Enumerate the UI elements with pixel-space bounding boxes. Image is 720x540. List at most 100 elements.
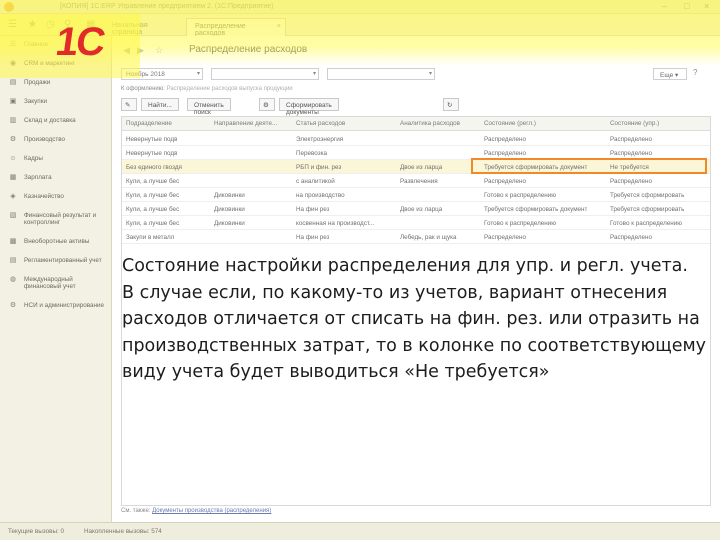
table-cell: РБП и фин. рез <box>296 164 342 171</box>
maximize-icon[interactable]: □ <box>684 1 689 11</box>
column-header[interactable]: Статья расходов <box>296 120 345 127</box>
table-row[interactable]: Кули, а лучше бес Диковинки косвенная на п… <box>122 216 710 230</box>
title-bar: [КОПИЯ] 1С:ERP Управление предприятием 2… <box>0 0 720 14</box>
app-icon <box>4 2 14 12</box>
table-cell: На фин рез <box>296 206 330 213</box>
production-documents-link[interactable]: Документы производства (распределения) <box>152 508 271 514</box>
accumulated-calls-status: Накопленные вызовы: 574 <box>84 528 162 535</box>
table-row[interactable]: Кули, а лучше бес с аналитикой Развлечения… <box>122 174 710 188</box>
table-row[interactable]: Невернутые подв Электроэнергия Распределен… <box>122 132 710 146</box>
tab-cost-distribution-label: Распределение расходов <box>195 23 246 37</box>
chevron-down-icon[interactable]: ▾ <box>197 70 200 77</box>
help-button[interactable]: ? <box>693 68 697 77</box>
table-header: Подразделение Направление деяте... Стать… <box>122 117 710 131</box>
settings-icon[interactable]: ⚙ <box>259 98 275 111</box>
column-header[interactable]: Состояние (упр.) <box>610 120 659 127</box>
table-cell: Диковинки <box>214 220 245 227</box>
table-cell: Диковинки <box>214 192 245 199</box>
annotation-line: Состояние настройки распределения для уп… <box>122 256 688 276</box>
history-icon[interactable]: ◷ <box>46 19 55 30</box>
close-icon[interactable]: × <box>704 1 709 11</box>
cancel-search-button[interactable]: Отменить поиск <box>187 98 231 116</box>
column-header[interactable]: Состояние (регл.) <box>484 120 536 127</box>
table-cell: Готово к распределению <box>484 220 556 227</box>
ledger-icon: ▤ <box>9 257 17 264</box>
tab-home[interactable]: Начальная страница <box>104 18 182 36</box>
minimize-icon[interactable]: – <box>662 1 667 11</box>
sidebar-item-label: Казначейство <box>24 193 64 200</box>
menu-icon[interactable]: ☰ <box>8 19 17 30</box>
cart-icon: ▤ <box>9 79 17 86</box>
sidebar-item-fixed-assets[interactable]: ▩ Внеоборотные активы <box>0 233 111 252</box>
table-row[interactable]: Кули, а лучше бес Диковинки На фин рез Двое… <box>122 202 710 216</box>
forward-arrow-icon[interactable]: ▶ <box>137 45 144 56</box>
month-filter[interactable]: Ноябрь 2018 ▾ <box>121 68 203 80</box>
table-cell: На фин рез <box>296 234 330 241</box>
chart-icon: ▧ <box>9 212 17 219</box>
favorite-star-icon[interactable]: ☆ <box>155 45 163 56</box>
annotation-text: Состояние настройки распределения для уп… <box>122 253 716 386</box>
edit-icon[interactable]: ✎ <box>121 98 137 111</box>
settings-icon: ⚙ <box>9 302 17 309</box>
generate-documents-button[interactable]: Сформировать документы распределения <box>279 98 340 123</box>
sidebar-item-label: Производство <box>24 136 66 143</box>
sidebar-item-purchases[interactable]: ▣ Закупки <box>0 93 111 112</box>
sidebar-item-label: Кадры <box>24 155 43 162</box>
sidebar-item-financial-result[interactable]: ▧ Финансовый результат и контроллинг <box>0 207 111 233</box>
organization-filter[interactable]: ▾ <box>211 68 319 80</box>
table-cell: Распределено <box>610 136 653 143</box>
table-cell: Кули, а лучше бес <box>126 206 180 213</box>
back-arrow-icon[interactable]: ◀ <box>123 45 130 56</box>
chevron-down-icon[interactable]: ▾ <box>313 70 316 77</box>
table-cell: Двое из ларца <box>400 206 443 213</box>
table-cell: Распределено <box>484 136 527 143</box>
month-filter-value: Ноябрь 2018 <box>126 71 165 78</box>
1c-logo: 1C <box>52 20 107 64</box>
sidebar-item-sales[interactable]: ▤ Продажи <box>0 74 111 93</box>
chevron-down-icon[interactable]: ▾ <box>429 70 432 77</box>
table-cell: на производство <box>296 192 345 199</box>
table-cell: Лебедь, рак и щука <box>400 234 457 241</box>
table-cell: Распределено <box>610 178 653 185</box>
table-cell: Кули, а лучше бес <box>126 192 180 199</box>
tab-close-icon[interactable]: × <box>277 23 281 30</box>
treasury-icon: ◈ <box>10 193 16 200</box>
sidebar-item-production[interactable]: ⚙ Производство <box>0 131 111 150</box>
table-row[interactable]: Кули, а лучше бес Диковинки на производств… <box>122 188 710 202</box>
table-cell: Невернутые подв <box>126 136 178 143</box>
table-cell: Без единого гвоздя <box>126 164 182 171</box>
status-bar: Текущие вызовы: 0 Накопленные вызовы: 57… <box>0 522 720 540</box>
column-header[interactable]: Аналитика расходов <box>400 120 460 127</box>
refresh-icon[interactable]: ↻ <box>443 98 459 111</box>
sidebar-item-international-accounting[interactable]: ◍ Международный финансовый учет <box>0 271 111 297</box>
table-cell: Перевозка <box>296 150 328 157</box>
people-icon: ☺ <box>9 155 17 162</box>
tab-cost-distribution[interactable]: Распределение расходов × <box>186 18 286 37</box>
table-row[interactable]: Закупи в металл На фин рез Лебедь, рак и щ… <box>122 230 710 244</box>
salary-icon: ▦ <box>9 174 17 181</box>
annotation-line: В случае если, по какому-то из учетов, в… <box>122 282 668 303</box>
table-cell: Готово к распределению <box>484 192 556 199</box>
sidebar-item-label: Внеоборотные активы <box>24 238 90 245</box>
sidebar-item-treasury[interactable]: ◈ Казначейство <box>0 188 111 207</box>
sidebar-item-salary[interactable]: ▦ Зарплата <box>0 169 111 188</box>
sidebar-item-admin[interactable]: ⚙ НСИ и администрирование <box>0 297 111 323</box>
find-button[interactable]: Найти... <box>141 98 179 111</box>
sidebar-item-hr[interactable]: ☺ Кадры <box>0 150 111 169</box>
table-cell: Кули, а лучше бес <box>126 220 180 227</box>
table-cell: Диковинки <box>214 206 245 213</box>
see-also-prefix: См. также: <box>121 508 151 514</box>
sidebar-item-warehouse[interactable]: ▥ Склад и доставка <box>0 112 111 131</box>
status-filter[interactable]: ▾ <box>327 68 435 80</box>
table-cell: Распределено <box>484 178 527 185</box>
sidebar-item-regulated-accounting[interactable]: ▤ Регламентированный учет <box>0 252 111 271</box>
column-header[interactable]: Подразделение <box>126 120 172 127</box>
more-button[interactable]: Еще ▾ <box>653 68 687 80</box>
sidebar-item-label: Склад и доставка <box>24 117 76 124</box>
column-header[interactable]: Направление деяте... <box>214 120 277 127</box>
hint-link[interactable]: Распределение расходов выпуска продукции <box>167 86 293 92</box>
crm-icon: ◉ <box>9 60 17 67</box>
see-also: См. также: Документы производства (распр… <box>121 508 271 514</box>
processing-hint: К оформлению: Распределение расходов вып… <box>121 86 293 92</box>
favorites-star-icon[interactable]: ★ <box>28 19 37 30</box>
